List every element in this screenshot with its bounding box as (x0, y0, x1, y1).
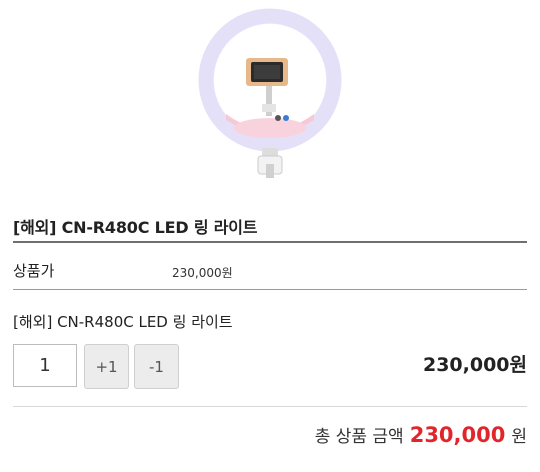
total-unit: 원 (511, 427, 527, 447)
total-summary: 총 상품 금액 230,000 원 (315, 422, 527, 447)
product-image (198, 8, 342, 178)
option-name: [해외] CN-R480C LED 링 라이트 (13, 313, 233, 331)
divider (13, 289, 527, 290)
decrease-quantity-button[interactable]: -1 (134, 344, 179, 389)
total-label: 총 상품 금액 (314, 427, 404, 447)
quantity-input[interactable] (13, 344, 77, 387)
price-label: 상품가 (13, 262, 55, 280)
line-total-price: 230,000원 (422, 354, 527, 376)
divider (13, 241, 527, 243)
price-value: 230,000원 (172, 266, 233, 280)
total-amount: 230,000 (409, 423, 506, 447)
divider (13, 406, 527, 407)
increase-quantity-button[interactable]: +1 (84, 344, 129, 389)
product-title: [해외] CN-R480C LED 링 라이트 (13, 218, 258, 237)
